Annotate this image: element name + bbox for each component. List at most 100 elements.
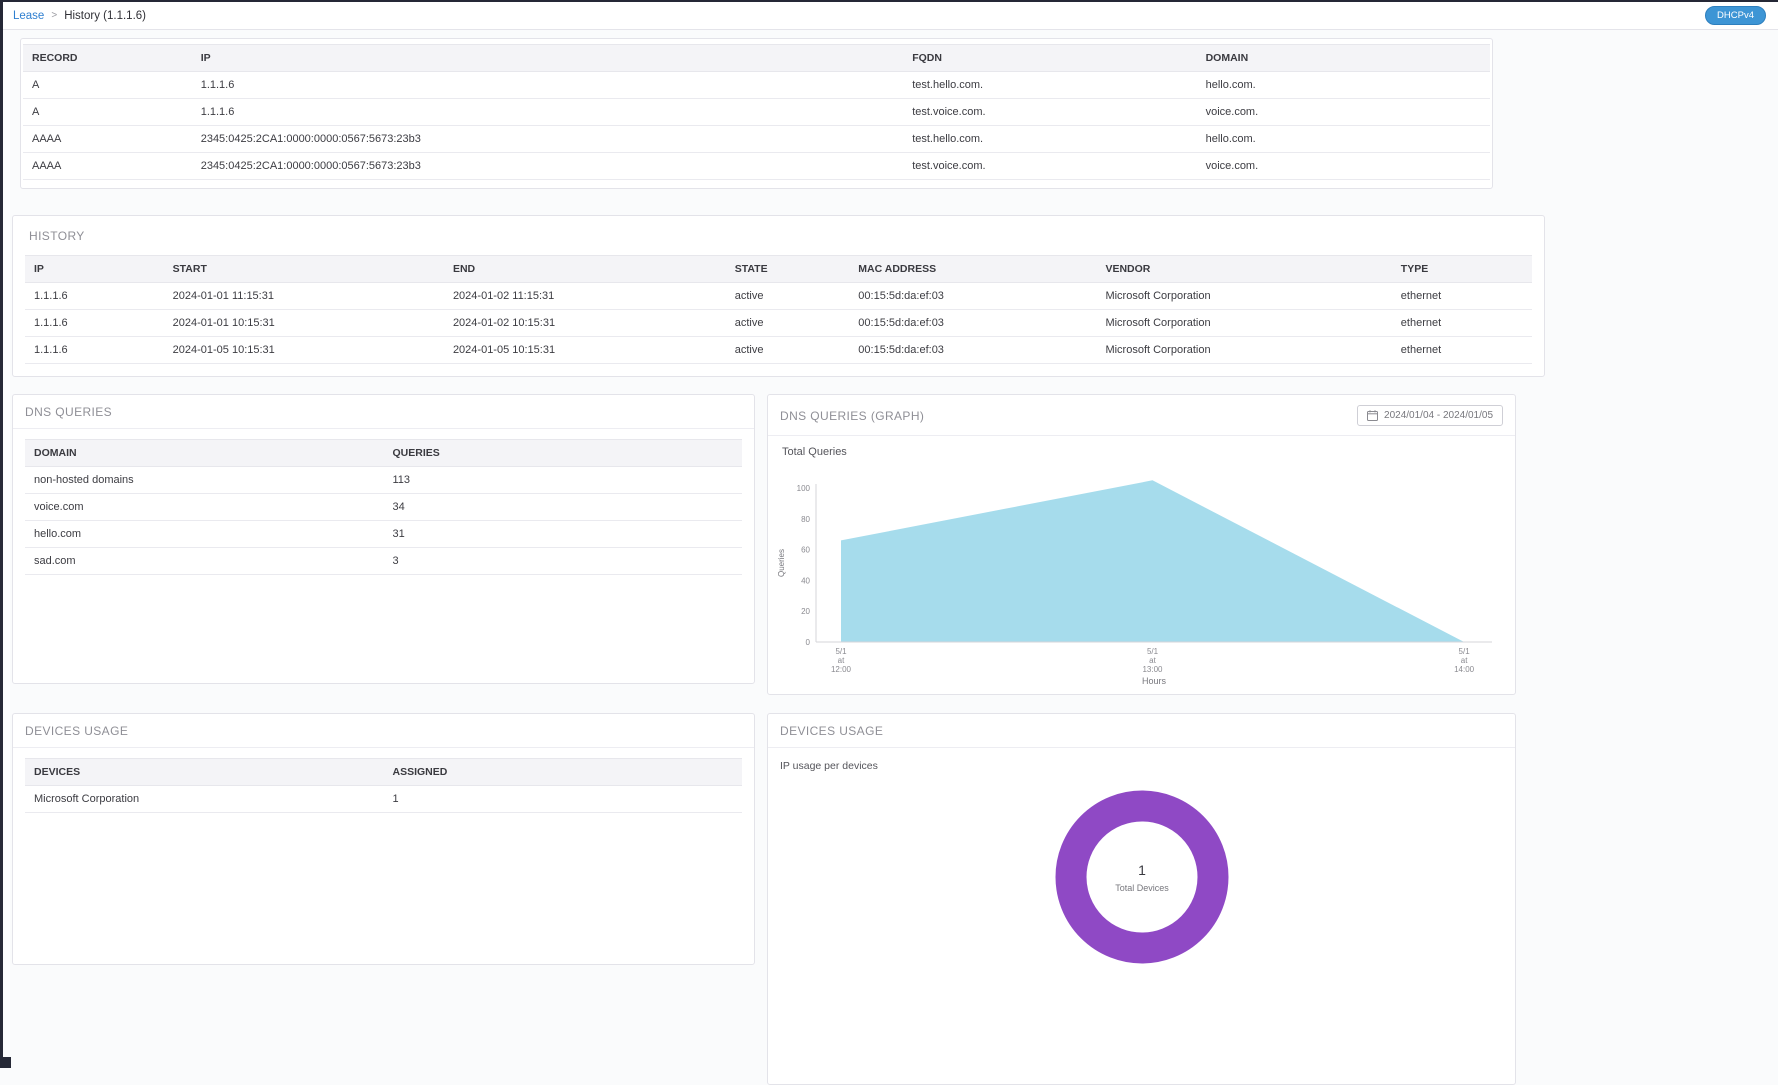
- table-cell: 3: [384, 548, 743, 575]
- table-row: AAAA2345:0425:2CA1:0000:0000:0567:5673:2…: [23, 153, 1490, 180]
- table-cell: 2024-01-01 10:15:31: [164, 310, 444, 337]
- table-cell: 00:15:5d:da:ef:03: [849, 337, 1096, 364]
- devices-usage-chart-panel: DEVICES USAGE IP usage per devices 1 Tot…: [767, 713, 1516, 1085]
- breadcrumb-current: History (1.1.1.6): [64, 10, 146, 22]
- dns-queries-area-chart: 0204060801005/1at12:005/1at13:005/1at14:…: [772, 460, 1501, 694]
- table-cell: voice.com.: [1197, 153, 1490, 180]
- table-row: sad.com3: [25, 548, 742, 575]
- devices-usage-table-header: DEVICES USAGE: [13, 714, 754, 748]
- table-cell: active: [726, 337, 850, 364]
- table-cell: 2024-01-02 10:15:31: [444, 310, 726, 337]
- table-header-row: RECORDIPFQDNDOMAIN: [23, 45, 1490, 72]
- column-header: RECORD: [23, 45, 192, 72]
- history-title: HISTORY: [29, 229, 1528, 243]
- table-row: hello.com31: [25, 521, 742, 548]
- table-cell: test.voice.com.: [903, 99, 1196, 126]
- dhcpv4-badge[interactable]: DHCPv4: [1705, 6, 1766, 25]
- column-header: START: [164, 256, 444, 283]
- x-tick-label: 12:00: [831, 665, 852, 674]
- table-cell: 1.1.1.6: [192, 72, 903, 99]
- top-edge-bar: [0, 0, 1778, 2]
- table-cell: 1: [384, 786, 743, 813]
- table-cell: test.hello.com.: [903, 72, 1196, 99]
- table-cell: 2345:0425:2CA1:0000:0000:0567:5673:23b3: [192, 126, 903, 153]
- table-cell: voice.com: [25, 494, 384, 521]
- table-cell: ethernet: [1392, 337, 1532, 364]
- table-cell: 00:15:5d:da:ef:03: [849, 310, 1096, 337]
- x-tick-label: at: [1149, 656, 1156, 665]
- table-cell: 2024-01-05 10:15:31: [444, 337, 726, 364]
- table-cell: A: [23, 72, 192, 99]
- table-cell: 2345:0425:2CA1:0000:0000:0567:5673:23b3: [192, 153, 903, 180]
- dns-queries-graph-header: DNS QUERIES (GRAPH) 2024/01/04 - 2024/01…: [768, 395, 1515, 436]
- table-cell: test.voice.com.: [903, 153, 1196, 180]
- table-cell: active: [726, 283, 850, 310]
- table-cell: ethernet: [1392, 310, 1532, 337]
- table-cell: active: [726, 310, 850, 337]
- table-cell: 113: [384, 467, 743, 494]
- breadcrumb-lease-link[interactable]: Lease: [13, 10, 44, 22]
- date-range-picker[interactable]: 2024/01/04 - 2024/01/05: [1357, 405, 1503, 426]
- dns-queries-graph-title: DNS QUERIES (GRAPH): [780, 409, 924, 423]
- table-cell: AAAA: [23, 153, 192, 180]
- column-header: ASSIGNED: [384, 759, 743, 786]
- table-cell: 1.1.1.6: [192, 99, 903, 126]
- column-header: VENDOR: [1096, 256, 1391, 283]
- column-header: TYPE: [1392, 256, 1532, 283]
- table-cell: ethernet: [1392, 283, 1532, 310]
- column-header: DOMAIN: [1197, 45, 1490, 72]
- table-cell: Microsoft Corporation: [25, 786, 384, 813]
- dns-queries-title: DNS QUERIES: [25, 405, 112, 419]
- y-tick-label: 20: [801, 607, 810, 616]
- table-cell: 1.1.1.6: [25, 310, 164, 337]
- table-cell: hello.com: [25, 521, 384, 548]
- devices-usage-table: DEVICESASSIGNED Microsoft Corporation1: [25, 758, 742, 813]
- x-tick-label: 13:00: [1142, 665, 1163, 674]
- y-axis-title: Queries: [777, 549, 786, 577]
- table-cell: Microsoft Corporation: [1096, 310, 1391, 337]
- table-cell: 1.1.1.6: [25, 337, 164, 364]
- table-row: non-hosted domains113: [25, 467, 742, 494]
- left-edge-bar: [0, 0, 3, 1068]
- x-axis-title: Hours: [1142, 676, 1167, 686]
- dns-records-table: RECORDIPFQDNDOMAIN A1.1.1.6test.hello.co…: [23, 44, 1490, 180]
- table-cell: Microsoft Corporation: [1096, 283, 1391, 310]
- table-cell: AAAA: [23, 126, 192, 153]
- x-tick-label: 5/1: [835, 647, 847, 656]
- calendar-icon: [1367, 410, 1378, 421]
- table-row: 1.1.1.62024-01-05 10:15:312024-01-05 10:…: [25, 337, 1532, 364]
- column-header: END: [444, 256, 726, 283]
- history-panel: HISTORY IPSTARTENDSTATEMAC ADDRESSVENDOR…: [12, 215, 1545, 377]
- column-header: STATE: [726, 256, 850, 283]
- table-cell: 34: [384, 494, 743, 521]
- devices-row: DEVICES USAGE DEVICESASSIGNED Microsoft …: [12, 713, 1540, 1085]
- dns-records-panel: RECORDIPFQDNDOMAIN A1.1.1.6test.hello.co…: [20, 38, 1493, 189]
- table-row: 1.1.1.62024-01-01 11:15:312024-01-02 11:…: [25, 283, 1532, 310]
- column-header: IP: [25, 256, 164, 283]
- column-header: IP: [192, 45, 903, 72]
- donut-total-value: 1: [1138, 862, 1146, 878]
- table-cell: sad.com: [25, 548, 384, 575]
- breadcrumb-separator: >: [51, 10, 57, 21]
- table-cell: non-hosted domains: [25, 467, 384, 494]
- breadcrumb: Lease > History (1.1.1.6): [13, 10, 146, 22]
- devices-usage-table-body: DEVICESASSIGNED Microsoft Corporation1: [13, 748, 754, 825]
- y-tick-label: 0: [806, 638, 811, 647]
- table-cell: 1.1.1.6: [25, 283, 164, 310]
- devices-usage-table-panel: DEVICES USAGE DEVICESASSIGNED Microsoft …: [12, 713, 755, 965]
- x-tick-label: at: [1461, 656, 1468, 665]
- x-tick-label: 5/1: [1147, 647, 1159, 656]
- x-tick-label: at: [838, 656, 845, 665]
- table-cell: 2024-01-05 10:15:31: [164, 337, 444, 364]
- donut-wrap: 1 Total Devices: [768, 782, 1515, 972]
- devices-usage-table-title: DEVICES USAGE: [25, 724, 128, 738]
- y-tick-label: 40: [801, 576, 810, 585]
- y-tick-label: 100: [797, 484, 811, 493]
- table-cell: Microsoft Corporation: [1096, 337, 1391, 364]
- table-cell: A: [23, 99, 192, 126]
- donut-subtitle: IP usage per devices: [768, 748, 1515, 772]
- donut-total-label: Total Devices: [1115, 883, 1169, 893]
- dns-queries-body: DOMAINQUERIES non-hosted domains113voice…: [13, 429, 754, 587]
- table-header-row: DOMAINQUERIES: [25, 440, 742, 467]
- x-tick-label: 14:00: [1454, 665, 1475, 674]
